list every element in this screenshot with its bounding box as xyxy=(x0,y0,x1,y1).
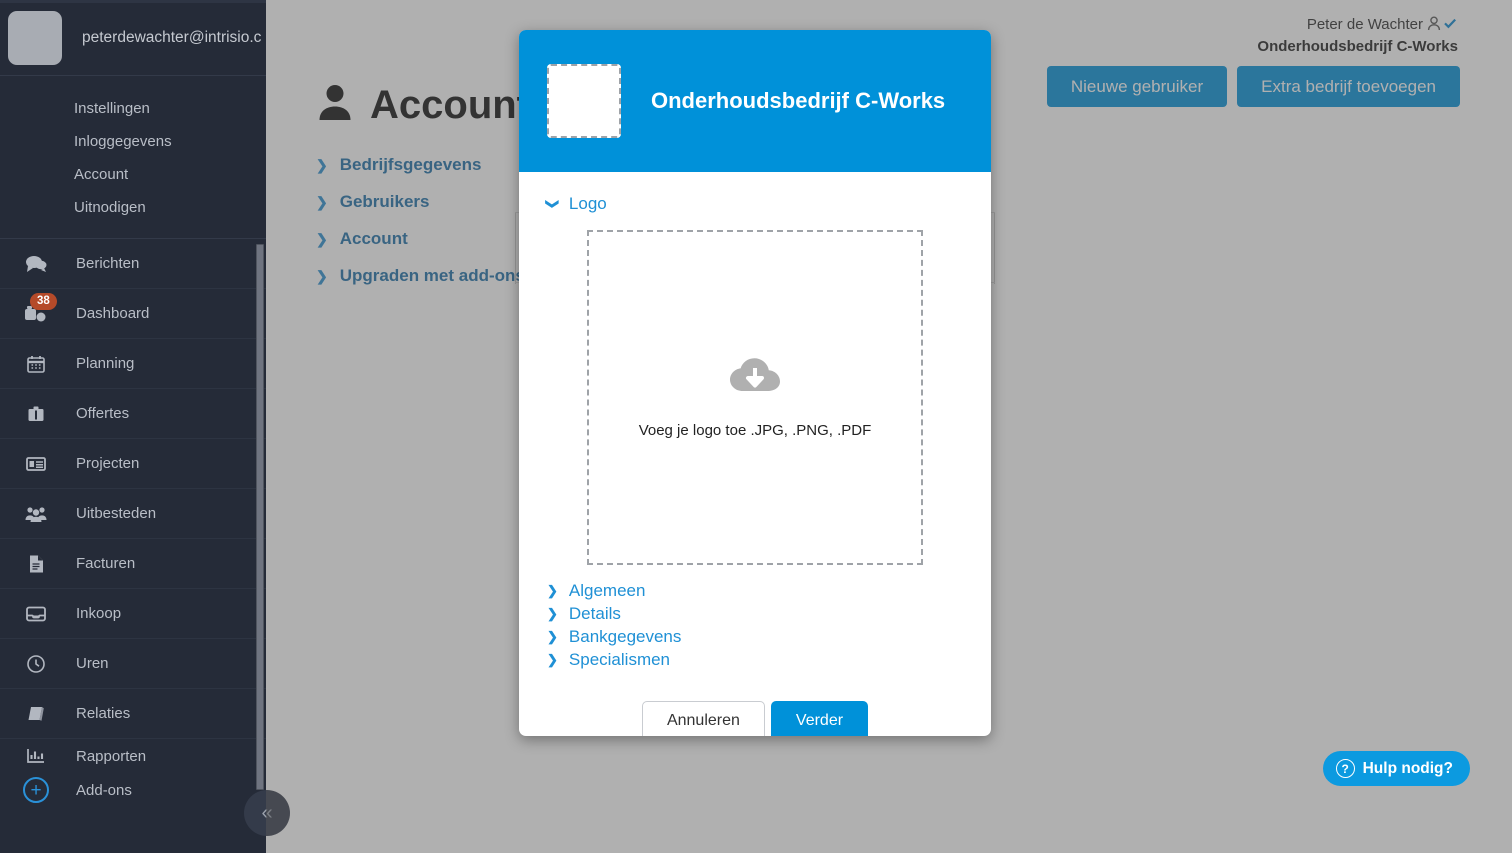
help-button-label: Hulp nodig? xyxy=(1362,759,1453,777)
cloud-download-icon xyxy=(729,357,781,402)
sidebar-item-instellingen[interactable]: Instellingen xyxy=(0,92,266,125)
inbox-tray-icon xyxy=(22,600,50,628)
briefcase-icon xyxy=(22,400,50,428)
modal-title: Onderhoudsbedrijf C-Works xyxy=(651,88,946,113)
sidebar-item-uren[interactable]: Uren xyxy=(0,639,266,689)
chevron-down-icon: ❯ xyxy=(545,198,561,210)
modal-accordion-sections: ❯ Algemeen ❯ Details ❯ Bankgegevens ❯ Sp… xyxy=(547,581,963,670)
sidebar-item-dashboard[interactable]: 38 Dashboard xyxy=(0,289,266,339)
sidebar-item-label: Berichten xyxy=(76,255,140,272)
people-group-icon xyxy=(22,500,50,528)
calendar-icon xyxy=(22,350,50,378)
avatar[interactable] xyxy=(8,10,62,65)
account-email: peterdewachter@intrisio.c ... xyxy=(82,28,266,46)
sidebar-item-inloggegevens[interactable]: Inloggegevens xyxy=(0,125,266,158)
accordion-section-bankgegevens[interactable]: ❯ Bankgegevens xyxy=(547,627,963,647)
sidebar-item-label: Rapporten xyxy=(76,747,147,765)
accordion-section-logo[interactable]: ❯ Logo xyxy=(545,194,963,214)
clock-icon xyxy=(22,650,50,678)
sidebar-item-label: Planning xyxy=(76,355,135,372)
sidebar-item-label: Projecten xyxy=(76,455,140,472)
chevron-right-icon: ❯ xyxy=(547,652,558,667)
confirm-button[interactable]: Verder xyxy=(770,701,869,736)
accordion-section-details[interactable]: ❯ Details xyxy=(547,604,963,624)
sidebar-item-label: Add-ons xyxy=(76,781,132,799)
question-mark-circle-icon: ? xyxy=(1335,759,1355,778)
modal-footer: Annuleren Verder xyxy=(519,673,991,736)
sidebar-item-label: Dashboard xyxy=(76,305,150,322)
sidebar-account-header[interactable]: peterdewachter@intrisio.c ... xyxy=(0,0,266,76)
sidebar-item-projecten[interactable]: Projecten xyxy=(0,439,266,489)
sidebar-scrollbar[interactable] xyxy=(256,244,264,790)
sidebar-item-inkoop[interactable]: Inkoop xyxy=(0,589,266,639)
chevron-right-icon: ❯ xyxy=(547,629,558,644)
chat-bubbles-icon xyxy=(22,250,50,278)
sidebar-item-label: Offertes xyxy=(76,405,130,422)
logo-dropzone[interactable]: Voeg je logo toe .JPG, .PNG, .PDF xyxy=(587,230,923,565)
sidebar-item-add-ons[interactable]: + Add-ons xyxy=(0,773,266,807)
document-icon xyxy=(22,550,50,578)
bar-chart-icon xyxy=(22,742,50,770)
accordion-section-label: Algemeen xyxy=(568,581,646,600)
dashboard-badge: 38 xyxy=(30,293,57,310)
sidebar: peterdewachter@intrisio.c ... Instelling… xyxy=(0,0,266,853)
sidebar-item-uitbesteden[interactable]: Uitbesteden xyxy=(0,489,266,539)
sidebar-item-label: Uitbesteden xyxy=(76,505,157,522)
sidebar-item-facturen[interactable]: Facturen xyxy=(0,539,266,589)
accordion-section-label: Logo xyxy=(568,194,607,213)
application-root: peterdewachter@intrisio.c ... Instelling… xyxy=(0,0,1512,853)
sidebar-item-rapporten[interactable]: Rapporten xyxy=(0,739,266,773)
accordion-section-label: Bankgegevens xyxy=(568,627,682,646)
sidebar-item-berichten[interactable]: Berichten xyxy=(0,239,266,289)
sidebar-item-label: Uren xyxy=(76,655,109,672)
accordion-section-label: Details xyxy=(568,604,621,623)
list-card-icon xyxy=(22,450,50,478)
accordion-section-algemeen[interactable]: ❯ Algemeen xyxy=(547,581,963,601)
accordion-section-specialismen[interactable]: ❯ Specialismen xyxy=(547,650,963,670)
sidebar-item-label: Inkoop xyxy=(76,605,122,622)
sidebar-item-label: Relaties xyxy=(76,705,131,722)
sidebar-item-planning[interactable]: Planning xyxy=(0,339,266,389)
sidebar-item-label: Facturen xyxy=(76,555,136,572)
sidebar-account-links: Instellingen Inloggegevens Account Uitno… xyxy=(0,76,266,239)
accordion-section-label: Specialismen xyxy=(568,650,671,669)
sidebar-item-offertes[interactable]: Offertes xyxy=(0,389,266,439)
chevron-right-icon: ❯ xyxy=(547,606,558,621)
modal-header: Onderhoudsbedrijf C-Works xyxy=(519,30,991,172)
modal-body: ❯ Logo Voeg je logo toe .JPG, .PNG, .PDF… xyxy=(519,172,991,673)
sidebar-item-relaties[interactable]: Relaties xyxy=(0,689,266,739)
plus-circle-icon: + xyxy=(22,776,50,804)
chevron-right-icon: ❯ xyxy=(547,583,558,598)
sidebar-item-uitnodigen[interactable]: Uitnodigen xyxy=(0,191,266,224)
address-book-icon xyxy=(22,700,50,728)
dropzone-text: Voeg je logo toe .JPG, .PNG, .PDF xyxy=(638,421,872,439)
company-logo-placeholder[interactable] xyxy=(547,64,621,138)
sidebar-item-account[interactable]: Account xyxy=(0,158,266,191)
cancel-button[interactable]: Annuleren xyxy=(641,701,765,736)
company-settings-modal: Onderhoudsbedrijf C-Works ❯ Logo Voeg je… xyxy=(519,30,991,736)
help-button[interactable]: ? Hulp nodig? xyxy=(1322,751,1470,786)
